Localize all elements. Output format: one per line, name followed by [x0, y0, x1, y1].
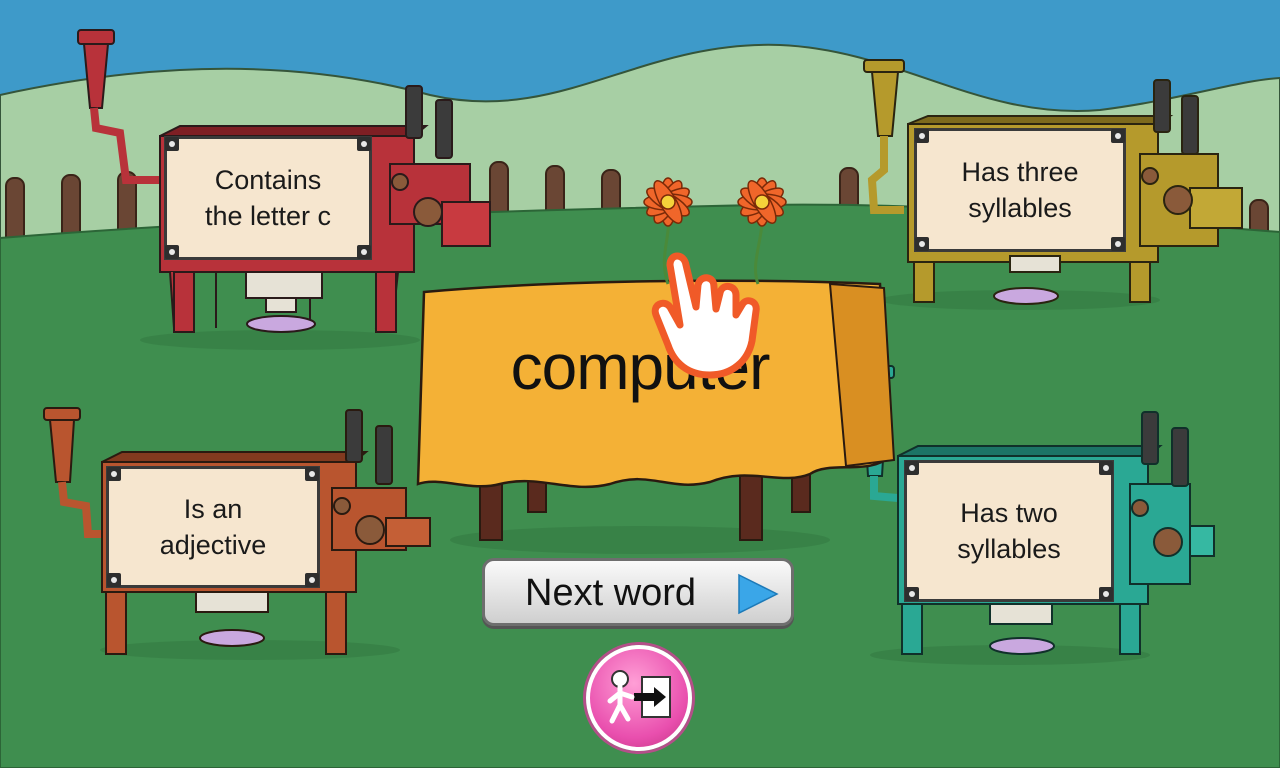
machine-has-three-syllables[interactable]: Has three syllables — [860, 59, 1243, 360]
machine-is-an-adjective[interactable]: Is an adjective — [36, 406, 431, 706]
machine-label-card: Contains the letter c — [164, 136, 372, 260]
machine-label: Is an adjective — [159, 494, 267, 560]
machine-has-two-syllables[interactable]: Has two syllables — [850, 365, 1215, 666]
exit-door-icon — [607, 670, 671, 724]
machine-contains-letter-c[interactable]: Contains the letter c — [70, 28, 491, 333]
play-arrow-icon — [738, 573, 779, 615]
machine-label: Has three syllables — [961, 157, 1079, 223]
machine-label-card: Has two syllables — [904, 460, 1114, 602]
exit-button[interactable] — [586, 645, 692, 751]
next-word-label: Next word — [525, 572, 697, 614]
machine-label-card: Is an adjective — [106, 466, 320, 588]
machine-label: Has two syllables — [957, 498, 1061, 564]
next-word-button[interactable]: Next word — [482, 558, 794, 626]
machine-label-card: Has three syllables — [914, 128, 1126, 252]
pointing-hand-icon — [651, 252, 760, 379]
machine-label: Contains the letter c — [204, 165, 332, 231]
